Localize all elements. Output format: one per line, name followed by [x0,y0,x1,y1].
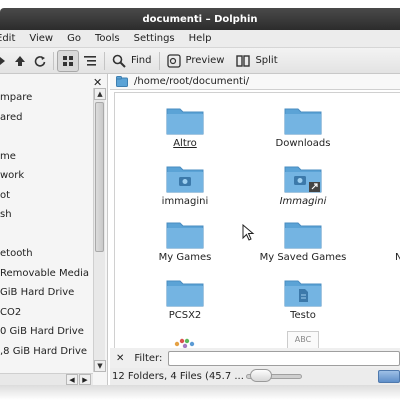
menu-tools[interactable]: Tools [95,33,120,44]
file-label: N [395,252,400,263]
preview-icon [166,53,181,68]
toolbar-separator [104,51,105,70]
status-bar: 12 Folders, 4 Files (45.7 ... [110,368,400,385]
forward-button[interactable] [0,50,10,72]
status-text: 12 Folders, 4 Files (45.7 ... [112,371,244,382]
file-label: PCSX2 [168,310,202,321]
find-label: Find [131,55,152,66]
menu-go[interactable]: Go [67,33,81,44]
menubar: Edit View Go Tools Settings Help [0,30,400,48]
folder-camera-link-icon [284,166,322,193]
place-item[interactable]: CO2 [0,303,92,323]
places-vertical-scrollbar[interactable]: ▲ ▼ [93,88,106,372]
preview-button[interactable]: Preview [163,50,229,72]
file-label: Testo [290,310,316,321]
location-bar[interactable]: /home/root/documenti/ [110,74,400,90]
reload-button[interactable] [30,50,50,72]
place-item[interactable]: ,8 GiB Hard Drive [0,342,92,362]
file-item[interactable]: ABC [248,331,358,348]
places-panel: ✕ mpare ared me work ot sh etooth Remova… [0,74,108,386]
file-item[interactable]: N [341,217,400,263]
place-item[interactable]: Removable Media [0,264,92,284]
grid-view-icon [63,55,73,66]
menu-edit[interactable]: Edit [0,33,15,44]
place-item[interactable]: 0 GiB Hard Drive [0,322,92,342]
split-button[interactable]: Split [232,50,281,72]
arrow-up-icon [15,55,25,66]
search-icon [112,54,126,68]
place-item[interactable]: sh [0,205,92,225]
folder-document-icon [284,280,322,307]
folder-icon [116,76,128,87]
file-item[interactable]: Altro [130,103,240,149]
file-label: My Games [158,252,212,263]
menu-settings[interactable]: Settings [134,33,175,44]
folder-icon [166,222,204,249]
file-item[interactable]: PCSX2 [130,275,240,321]
scroll-down-icon[interactable]: ▼ [94,360,106,372]
icons-view-button[interactable] [57,49,79,72]
scroll-left-icon[interactable]: ◀ [66,374,78,385]
file-label: Immagini [279,196,327,207]
mouse-cursor-icon [242,224,255,241]
close-filter-icon[interactable]: ✕ [116,353,124,364]
file-item[interactable]: My Games [130,217,240,263]
menu-help[interactable]: Help [189,33,212,44]
folder-icon [166,108,204,135]
filter-input[interactable] [168,350,400,366]
text-file-icon: ABC [287,331,319,348]
place-item[interactable]: mpare [0,88,92,108]
filter-label: Filter: [134,352,163,364]
toolbar: Find Preview Split [0,48,400,74]
file-item[interactable]: Downloads [248,103,358,149]
preview-label: Preview [185,55,225,66]
toolbar-separator [53,51,54,70]
file-label: Altro [173,138,197,149]
folder-icon [284,222,322,249]
file-label: Downloads [275,138,331,149]
free-space-bar [378,370,400,383]
place-item[interactable]: ared [0,108,92,128]
filter-bar: ✕ Filter: [110,348,400,368]
places-horizontal-scrollbar[interactable]: ◀ ▶ [0,373,93,385]
file-view[interactable]: Altro Downloads immagini Immagini My Gam… [114,92,400,348]
folder-icon [284,108,322,135]
place-item[interactable]: etooth [0,244,92,264]
zoom-slider-handle[interactable] [250,369,272,382]
place-item[interactable]: me [0,147,92,167]
file-label: immagini [161,196,209,207]
places-list: mpare ared me work ot sh etooth Removabl… [0,88,92,361]
file-item[interactable]: Immagini [248,161,358,207]
split-icon [236,54,251,67]
color-dots-icon [174,338,195,348]
find-button[interactable]: Find [108,50,156,72]
place-item[interactable]: ot [0,186,92,206]
file-item[interactable]: Testo [248,275,358,321]
up-button[interactable] [10,50,30,72]
file-item[interactable] [130,333,240,348]
folder-camera-icon [166,166,204,193]
scroll-right-icon[interactable]: ▶ [79,374,91,385]
place-item[interactable] [0,225,92,245]
details-view-button[interactable] [79,50,101,72]
place-item[interactable] [0,127,92,147]
place-item[interactable]: GiB Hard Drive [0,283,92,303]
window-shadow [0,385,400,400]
window-title: documenti – Dolphin [142,13,258,25]
file-item[interactable]: immagini [130,161,240,207]
menu-view[interactable]: View [29,33,53,44]
toolbar-separator [158,51,160,70]
split-label: Split [255,55,278,66]
window-titlebar[interactable]: documenti – Dolphin [0,8,400,30]
scrollbar-thumb[interactable] [95,102,104,252]
list-view-icon [84,55,96,66]
scroll-up-icon[interactable]: ▲ [94,88,106,100]
location-path: /home/root/documenti/ [134,76,250,87]
folder-icon [166,280,204,307]
reload-icon [34,55,46,67]
place-item[interactable]: work [0,166,92,186]
arrow-right-icon [0,56,5,65]
